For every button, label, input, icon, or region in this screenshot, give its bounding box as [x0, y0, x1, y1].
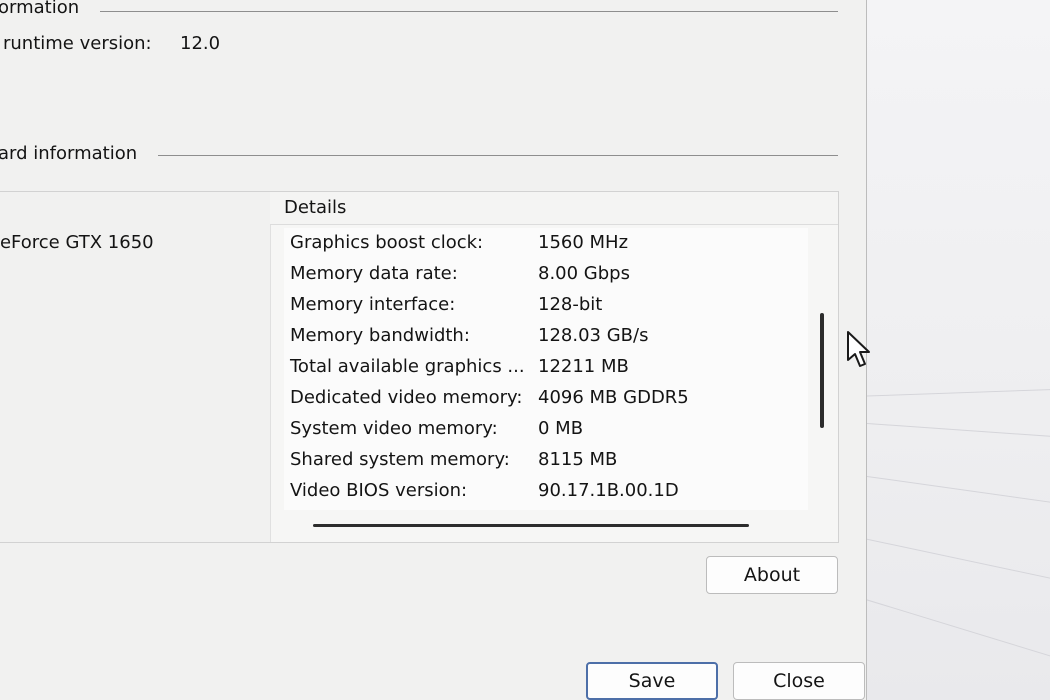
runtime-group-divider [100, 11, 838, 12]
details-vertical-scrollbar[interactable] [820, 313, 824, 428]
details-row-label: Graphics boost clock: [290, 232, 484, 253]
details-row: Memory data rate: 8.00 Gbps [284, 259, 804, 290]
details-row-value: 12211 MB [538, 356, 629, 377]
details-row-value: 8115 MB [538, 449, 618, 470]
details-row: Total available graphics ... 12211 MB [284, 352, 804, 383]
details-header-label: Details [284, 197, 347, 218]
background-wave-line [867, 535, 1050, 586]
save-button[interactable]: Save [586, 662, 718, 700]
details-row-value: 8.00 Gbps [538, 263, 630, 284]
details-row-label: Dedicated video memory: [290, 387, 523, 408]
details-header: Details [270, 192, 838, 225]
details-row-label: Memory interface: [290, 294, 456, 315]
details-row-value: 4096 MB GDDR5 [538, 387, 689, 408]
details-row-value: 90.17.1B.00.1D [538, 480, 679, 501]
details-row-label: System video memory: [290, 418, 498, 439]
card-group-title: ard information [0, 143, 138, 164]
details-row: System video memory: 0 MB [284, 414, 804, 445]
details-row-label: Video BIOS version: [290, 480, 468, 501]
details-horizontal-scrollbar[interactable] [313, 524, 749, 527]
about-button[interactable]: About [706, 556, 838, 594]
details-row-label: Shared system memory: [290, 449, 510, 470]
background-wave-line [867, 387, 1050, 398]
details-row-value: 0 MB [538, 418, 584, 439]
background-wave-line [867, 473, 1050, 508]
system-information-dialog: ormation runtime version: 12.0 ard infor… [0, 0, 867, 700]
card-information-panel: GeForce GTX 1650 Details Graphics boost … [0, 191, 839, 543]
adapter-list-item[interactable]: GeForce GTX 1650 [0, 232, 154, 253]
runtime-group-title: ormation [0, 0, 80, 18]
background-wave-line [867, 594, 1050, 667]
details-row-value: 128-bit [538, 294, 603, 315]
details-row-label: Memory data rate: [290, 263, 458, 284]
details-list[interactable]: Graphics boost clock: 1560 MHz Memory da… [284, 228, 808, 510]
close-button[interactable]: Close [733, 662, 865, 700]
details-row-label: Total available graphics ... [290, 356, 525, 377]
card-group-divider [158, 155, 838, 156]
details-row-label: Memory bandwidth: [290, 325, 470, 346]
details-row: Dedicated video memory: 4096 MB GDDR5 [284, 383, 804, 414]
adapter-list[interactable]: GeForce GTX 1650 [0, 192, 271, 542]
background-wave-line [867, 421, 1050, 440]
details-row: Graphics boost clock: 1560 MHz [284, 228, 804, 259]
details-row: Memory bandwidth: 128.03 GB/s [284, 321, 804, 352]
details-row-value: 128.03 GB/s [538, 325, 649, 346]
arrow-cursor-icon [847, 331, 870, 367]
details-row: Shared system memory: 8115 MB [284, 445, 804, 476]
runtime-version-label: runtime version: [3, 33, 152, 54]
desktop-background [867, 0, 1050, 700]
details-row-value: 1560 MHz [538, 232, 629, 253]
runtime-version-value: 12.0 [180, 33, 221, 54]
details-row: Memory interface: 128-bit [284, 290, 804, 321]
details-row: Video BIOS version: 90.17.1B.00.1D [284, 476, 804, 507]
